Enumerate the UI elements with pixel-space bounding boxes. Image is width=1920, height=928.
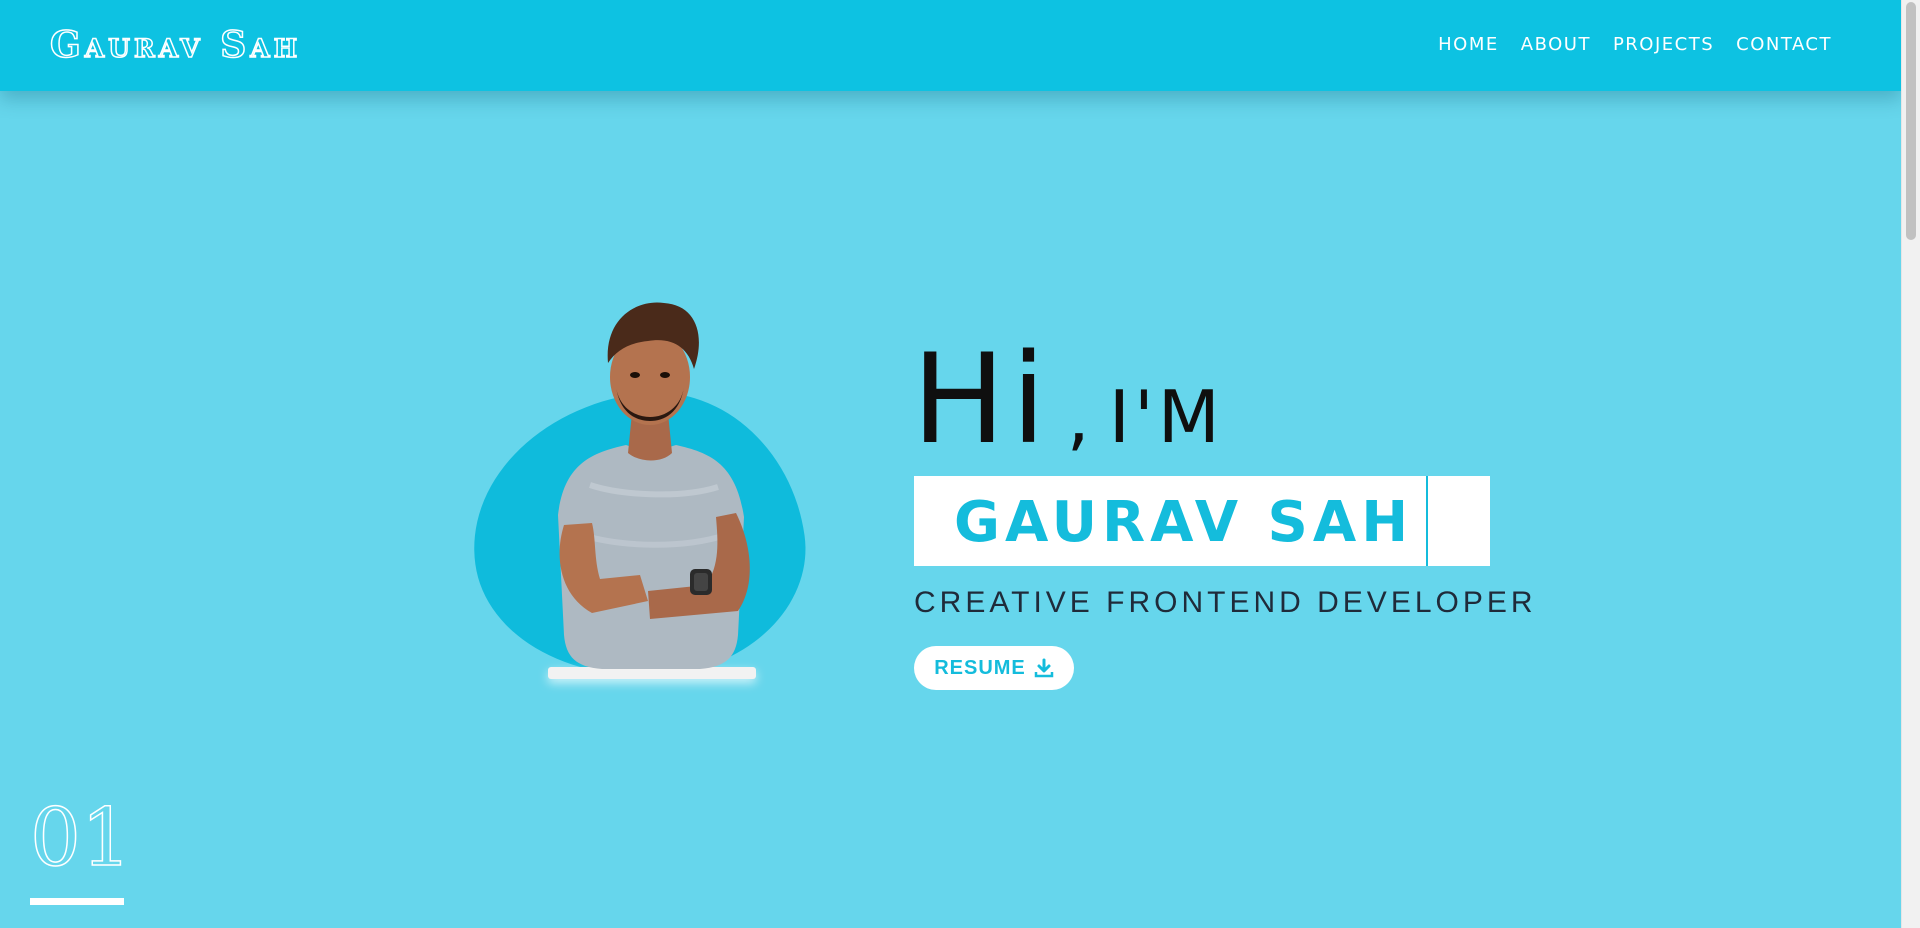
hero-name-box: GAURAV SAH: [914, 476, 1490, 566]
hero-portrait: [454, 295, 822, 699]
typing-caret: [1426, 476, 1428, 566]
greeting-comma: ,: [1066, 375, 1094, 459]
brand-logo[interactable]: Gaurav Sah: [49, 23, 301, 67]
main-nav: HOME ABOUT PROJECTS CONTACT: [1438, 34, 1832, 55]
page: Gaurav Sah HOME ABOUT PROJECTS CONTACT H…: [0, 0, 1920, 928]
profile-photo: [558, 302, 750, 669]
download-icon: [1034, 658, 1054, 678]
hero-name: GAURAV SAH: [954, 490, 1414, 555]
scrollbar-thumb[interactable]: [1906, 2, 1916, 240]
hero-tagline: CREATIVE FRONTEND DEVELOPER: [914, 586, 1537, 619]
greeting-hi: Hi: [912, 328, 1052, 472]
nav-about-link[interactable]: ABOUT: [1521, 34, 1591, 55]
nav-home-link[interactable]: HOME: [1438, 34, 1499, 55]
section-underline: [30, 898, 124, 905]
resume-label: RESUME: [934, 656, 1026, 679]
hero-greeting: Hi , I'M: [912, 338, 1224, 462]
nav-contact-link[interactable]: CONTACT: [1736, 34, 1832, 55]
greeting-im: I'M: [1108, 375, 1224, 459]
section-number: 01: [29, 791, 132, 884]
site-header: Gaurav Sah HOME ABOUT PROJECTS CONTACT: [0, 0, 1902, 91]
nav-projects-link[interactable]: PROJECTS: [1613, 34, 1714, 55]
resume-button[interactable]: RESUME: [914, 646, 1074, 690]
page-scrollbar[interactable]: [1901, 0, 1920, 928]
